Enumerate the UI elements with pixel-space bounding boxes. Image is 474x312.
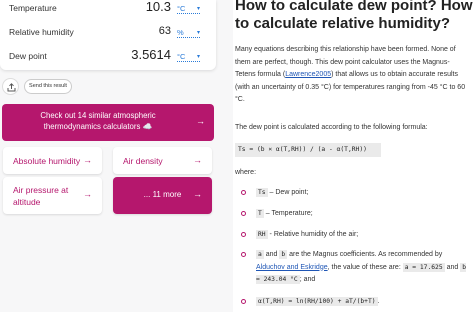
- banner-text: Check out 14 similar atmospheric thermod…: [40, 111, 156, 131]
- dew-point-formula: Ts = (b × α(T,RH)) / (a - α(T,RH)): [235, 143, 381, 157]
- link-air-pressure-at-altitude[interactable]: Air pressure at altitude →: [3, 177, 102, 214]
- chevron-down-icon: ▾: [196, 54, 200, 60]
- bullet-text: are the Magnus coefficients. As recommen…: [287, 251, 443, 258]
- bullet-text: ; and: [299, 276, 316, 283]
- dew-point-label: Dew point: [9, 51, 47, 61]
- temperature-unit-label: °C: [177, 4, 186, 13]
- arrow-right-icon: →: [83, 155, 92, 165]
- humidity-input[interactable]: 63: [159, 25, 171, 37]
- dew-point-row: Dew point 3.5614 °C ▾: [0, 46, 216, 68]
- bullet-icon: [241, 252, 246, 257]
- temperature-unit-select[interactable]: °C ▾: [177, 4, 200, 14]
- code-a: a: [256, 250, 264, 259]
- humidity-unit-select[interactable]: % ▾: [177, 28, 200, 38]
- chevron-down-icon: ▾: [196, 6, 200, 12]
- humidity-unit-label: %: [177, 28, 184, 37]
- code-b: b: [279, 250, 288, 259]
- bullet-text: - Relative humidity of the air;: [267, 231, 359, 238]
- bullet-icon: [241, 190, 246, 195]
- code-a-value: a = 17.625: [402, 262, 445, 272]
- bullet-text: and: [444, 263, 461, 271]
- arrow-right-icon: →: [193, 155, 202, 165]
- link-label: Air pressure at altitude: [13, 185, 69, 207]
- link-label: Air density: [123, 156, 163, 166]
- arrow-right-icon: →: [196, 116, 205, 126]
- dew-point-input[interactable]: 3.5614: [131, 47, 171, 62]
- send-result-button[interactable]: Send this result: [24, 79, 72, 94]
- humidity-row: Relative humidity 63 % ▾: [0, 22, 216, 44]
- bullet-text: , the value of these are:: [327, 263, 403, 271]
- dew-point-unit-label: °C: [177, 52, 186, 61]
- arrow-right-icon: →: [83, 189, 92, 199]
- code-t: T: [256, 209, 264, 218]
- dew-point-unit-select[interactable]: °C ▾: [177, 52, 200, 62]
- arrow-right-icon: →: [193, 189, 202, 199]
- formula-intro: The dew point is calculated according to…: [235, 124, 428, 131]
- calculator-card: Temperature 10.3 °C ▾ Relative humidity 6…: [0, 0, 216, 70]
- temperature-label: Temperature: [9, 3, 57, 13]
- code-ts: Ts: [256, 188, 268, 197]
- share-icon: [7, 83, 16, 92]
- link-air-density[interactable]: Air density →: [113, 147, 212, 174]
- share-button[interactable]: [2, 78, 19, 95]
- bullet-text: – Dew point;: [267, 189, 309, 196]
- humidity-label: Relative humidity: [9, 27, 74, 37]
- bullet-icon: [241, 232, 246, 237]
- code-rh: RH: [256, 230, 268, 239]
- code-alpha: α(T,RH) = ln(RH/100) + aT/(b+T): [256, 297, 378, 306]
- lawrence-link[interactable]: Lawrence2005: [285, 71, 331, 78]
- article-title: How to calculate dew point? How to calcu…: [235, 0, 473, 32]
- chevron-down-icon: ▾: [196, 30, 200, 36]
- more-calculators-button[interactable]: ... 11 more →: [113, 177, 212, 214]
- temperature-row: Temperature 10.3 °C ▾: [0, 0, 216, 20]
- article: How to calculate dew point? How to calcu…: [233, 0, 474, 312]
- bullet-text: – Temperature;: [263, 210, 313, 217]
- link-label: Absolute humidity: [13, 156, 81, 166]
- alduchov-eskridge-link[interactable]: Alduchov and Eskridge: [256, 264, 328, 271]
- intro-paragraph: Many equations describing this relations…: [235, 44, 470, 107]
- link-absolute-humidity[interactable]: Absolute humidity →: [3, 147, 102, 174]
- bullet-text: and: [263, 251, 280, 258]
- where-label: where:: [235, 169, 257, 176]
- bullet-icon: [241, 299, 246, 304]
- temperature-input[interactable]: 10.3: [146, 0, 171, 14]
- bullet-text: .: [377, 298, 380, 305]
- bullet-icon: [241, 211, 246, 216]
- similar-calculators-banner[interactable]: Check out 14 similar atmospheric thermod…: [2, 104, 214, 141]
